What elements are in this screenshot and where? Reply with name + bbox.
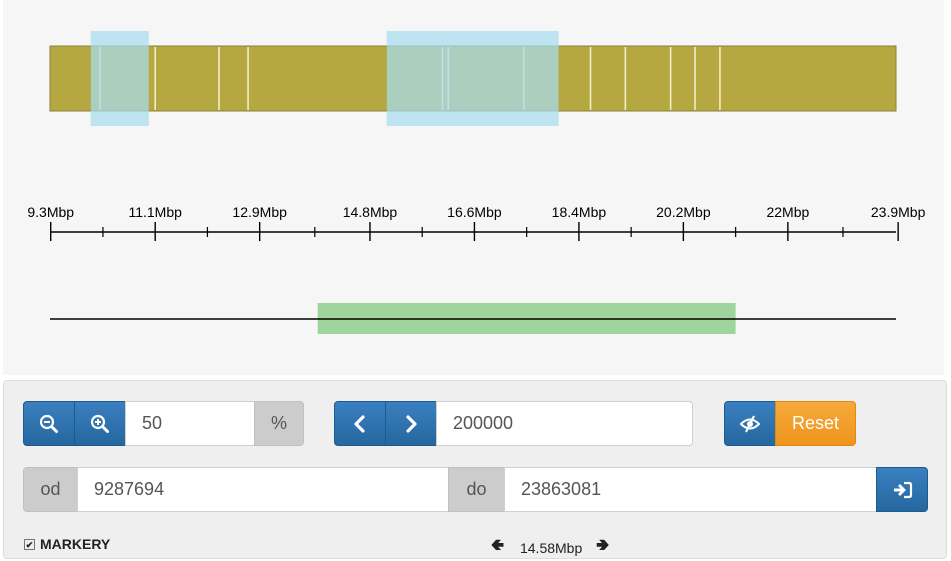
span-navigation: 🢀 14.58Mbp 🢂 [491, 534, 609, 561]
eye-slash-icon [739, 415, 761, 432]
chevron-right-icon [406, 414, 417, 433]
step-input[interactable]: 200000 [436, 401, 693, 446]
step-forward-button[interactable] [385, 401, 437, 446]
to-input[interactable]: 23863081 [504, 467, 877, 512]
to-label: do [448, 467, 505, 512]
highlight-region [386, 31, 559, 126]
axis-tick-label: 12.9Mbp [232, 204, 287, 220]
genome-chart: 9.3Mbp 11.1Mbp 12.9Mbp 14.8Mbp 16.6Mbp 18.4Mb… [27, 31, 926, 334]
zoom-in-icon [90, 414, 109, 433]
genome-viewer: 9.3Mbp 11.1Mbp 12.9Mbp 14.8Mbp 16.6Mbp 18.4Mb… [3, 0, 944, 375]
axis-tick-label: 11.1Mbp [128, 204, 182, 220]
axis-tick-label: 9.3Mbp [27, 204, 74, 220]
markers-toggle[interactable]: ✔ MARKERY [24, 536, 110, 552]
markers-checkbox[interactable]: ✔ [24, 538, 35, 550]
toggle-visibility-button[interactable] [724, 401, 776, 446]
go-button[interactable] [876, 467, 928, 512]
axis-tick-label: 18.4Mbp [552, 204, 607, 220]
sign-in-icon [894, 481, 913, 498]
from-label: od [23, 467, 78, 512]
arrow-left-icon[interactable]: 🢀 [491, 534, 504, 561]
axis-tick-label: 16.6Mbp [447, 204, 502, 220]
zoom-out-button[interactable] [23, 401, 75, 446]
markers-label: MARKERY [40, 536, 111, 552]
chevron-left-icon [354, 414, 365, 433]
highlight-region [90, 31, 149, 126]
zoom-unit-addon: % [254, 401, 304, 446]
step-back-button[interactable] [334, 401, 386, 446]
axis-tick-label: 14.8Mbp [343, 204, 398, 220]
control-panel: 50 % 200000 Reset od 9287694 do 23863081… [3, 380, 947, 559]
arrow-right-icon[interactable]: 🢂 [596, 534, 609, 561]
axis-tick-label: 22Mbp [766, 204, 809, 220]
zoom-input[interactable]: 50 [125, 401, 255, 446]
axis-tick-label: 23.9Mbp [871, 204, 926, 220]
span-label: 14.58Mbp [519, 539, 583, 556]
from-input[interactable]: 9287694 [77, 467, 449, 512]
zoom-out-icon [39, 414, 58, 433]
zoom-in-button[interactable] [74, 401, 126, 446]
axis-tick-label: 20.2Mbp [656, 204, 711, 220]
reset-button[interactable]: Reset [775, 401, 856, 446]
